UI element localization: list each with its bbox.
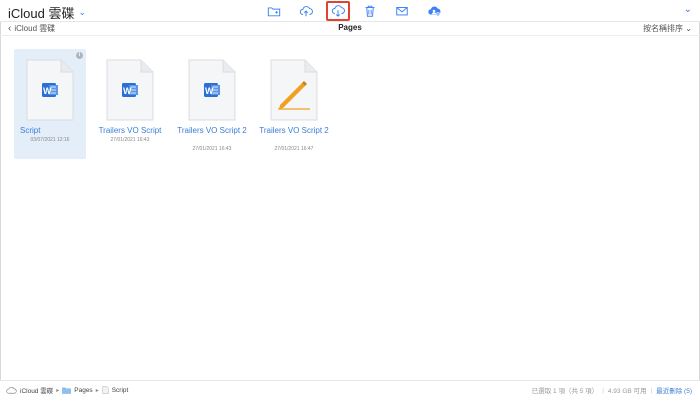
toolbar [262, 1, 446, 21]
file-name: Trailers VO Script 2 [259, 126, 329, 135]
app-title-menu[interactable]: iCloud 雲碟 ⌄ [8, 3, 86, 22]
file-name: Trailers VO Script 2 [177, 126, 247, 135]
share-button[interactable] [422, 1, 446, 21]
word-document-icon: W [106, 59, 154, 121]
file-grid: i W Script 03/07/2021 12:16 W Trailers V… [14, 49, 694, 169]
chevron-down-icon: ⌄ [78, 7, 87, 17]
status-info: 已選取 1 項（共 5 項） | 4.93 GB 可用 | 最近刪除 (5) [531, 385, 692, 396]
chevron-right-icon: ▸ [56, 387, 60, 394]
chevron-right-icon: ▸ [95, 387, 99, 394]
svg-text:W: W [205, 86, 214, 96]
breadcrumb: iCloud 雲碟 ▸ Pages ▸ Script [6, 385, 128, 395]
file-item[interactable]: W Trailers VO Script 2 27/01/2021 16:43 [176, 49, 248, 159]
file-date: 27/01/2021 16:47 [274, 146, 314, 152]
trash-icon [365, 5, 375, 17]
delete-button[interactable] [358, 1, 382, 21]
breadcrumb-root[interactable]: iCloud 雲碟 [20, 385, 53, 395]
chevron-down-icon: ⌄ [685, 24, 692, 33]
divider: | [650, 386, 653, 394]
collapse-chevron-icon[interactable]: ⌄ [684, 4, 692, 15]
file-item[interactable]: i W Script 03/07/2021 12:16 [14, 49, 86, 159]
navigation-bar: ‹ iCloud 雲碟 Pages 按名稱排序 ⌄ [0, 22, 700, 36]
file-date: 03/07/2021 12:16 [30, 137, 70, 143]
info-icon[interactable]: i [76, 52, 83, 59]
svg-text:W: W [43, 86, 52, 96]
selection-count: 已選取 1 項（共 5 項） [531, 388, 599, 395]
share-user-icon [428, 6, 441, 17]
pages-document-icon [270, 59, 318, 121]
app-title: iCloud 雲碟 [8, 6, 75, 21]
breadcrumb-folder[interactable]: Pages [74, 387, 92, 394]
sort-label: 按名稱排序 [643, 24, 684, 33]
file-date: 27/01/2021 16:43 [110, 137, 150, 143]
upload-button[interactable] [294, 1, 318, 21]
file-item[interactable]: W Trailers VO Script 27/01/2021 16:43 [94, 49, 166, 159]
top-bar: iCloud 雲碟 ⌄ ⌄ [0, 0, 700, 22]
sort-menu[interactable]: 按名稱排序 ⌄ [643, 23, 692, 34]
upload-icon [299, 6, 313, 17]
new-folder-icon [267, 7, 281, 17]
document-icon [102, 386, 109, 394]
download-button[interactable] [326, 1, 350, 21]
download-icon [331, 5, 345, 17]
divider: | [602, 386, 604, 394]
folder-title: Pages [338, 23, 362, 32]
status-bar: iCloud 雲碟 ▸ Pages ▸ Script 已選取 1 項（共 5 項… [0, 380, 700, 398]
word-document-icon: W [26, 59, 74, 121]
word-document-icon: W [188, 59, 236, 121]
mail-icon [396, 7, 408, 16]
folder-icon [62, 387, 72, 394]
file-item[interactable]: Trailers VO Script 2 27/01/2021 16:47 [258, 49, 330, 159]
file-name: Trailers VO Script [98, 126, 162, 135]
recently-deleted-link[interactable]: 最近刪除 (5) [656, 385, 692, 395]
cloud-icon [6, 386, 17, 394]
email-button[interactable] [390, 1, 414, 21]
breadcrumb-file: Script [111, 386, 129, 394]
svg-text:W: W [123, 86, 132, 96]
file-date: 27/01/2021 16:43 [192, 146, 232, 152]
new-folder-button[interactable] [262, 1, 286, 21]
storage-available: 4.93 GB 可用 [607, 388, 647, 395]
